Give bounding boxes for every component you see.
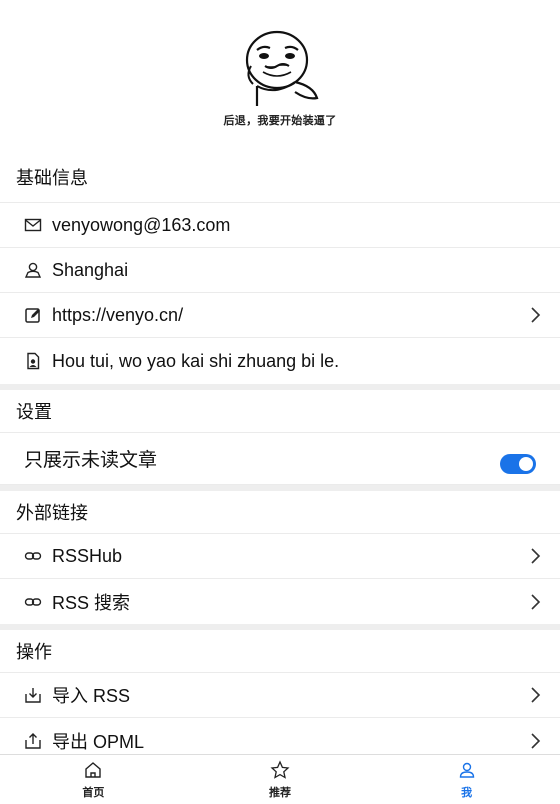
bottom-tab-bar: 首页 推荐 我 (0, 754, 560, 804)
tab-recommend-label: 推荐 (269, 786, 291, 799)
location-row[interactable]: Shanghai (0, 248, 560, 293)
chevron-right-icon (528, 593, 542, 611)
section-title-actions: 操作 (0, 630, 560, 673)
tab-home-label: 首页 (82, 786, 105, 799)
tab-me-label: 我 (461, 786, 473, 799)
tab-me[interactable]: 我 (373, 755, 560, 804)
import-rss-row[interactable]: 导入 RSS (0, 673, 560, 718)
link-icon (23, 546, 43, 566)
bio-value: Hou tui, wo yao kai shi zhuang bi le. (52, 350, 340, 371)
contact-card-icon (23, 351, 43, 371)
link-rss-search-row[interactable]: RSS 搜索 (0, 579, 560, 624)
section-title-basic-info: 基础信息 (0, 148, 560, 203)
tab-home[interactable]: 首页 (0, 755, 187, 804)
import-rss-label: 导入 RSS (52, 686, 131, 706)
chevron-right-icon (528, 306, 542, 324)
chevron-right-icon (528, 732, 542, 750)
import-icon (23, 685, 43, 705)
section-title-settings: 设置 (0, 390, 560, 433)
tab-recommend[interactable]: 推荐 (187, 755, 374, 804)
bio-row: Hou tui, wo yao kai shi zhuang bi le. (0, 338, 560, 384)
location-value: Shanghai (52, 259, 129, 280)
unread-only-row: 只展示未读文章 (0, 433, 560, 485)
location-person-icon (23, 260, 43, 280)
website-value[interactable]: https://venyo.cn/ (52, 305, 528, 326)
export-icon (23, 731, 43, 751)
chevron-right-icon (528, 686, 542, 704)
edit-icon (23, 305, 43, 325)
link-rss-search-label: RSS 搜索 (52, 592, 131, 613)
email-row[interactable]: venyowong@163.com (0, 203, 560, 248)
unread-only-toggle[interactable] (500, 453, 536, 474)
user-icon (459, 762, 474, 778)
avatar[interactable] (235, 26, 325, 110)
link-rsshub-label: RSSHub (52, 545, 123, 566)
link-rsshub-row[interactable]: RSSHub (0, 534, 560, 579)
chevron-right-icon (528, 547, 542, 565)
link-icon (23, 592, 43, 612)
toggle-knob (519, 456, 533, 471)
mail-icon (23, 215, 43, 235)
section-title-external-links: 外部链接 (0, 491, 560, 534)
website-row[interactable]: https://venyo.cn/ (0, 293, 560, 338)
home-icon (85, 761, 102, 778)
export-opml-label: 导出 OPML (52, 731, 145, 752)
star-icon (270, 759, 290, 779)
email-value: venyowong@163.com (52, 214, 231, 235)
unread-only-label: 只展示未读文章 (24, 450, 158, 471)
avatar-caption: 后退，我要开始装逼了 (223, 114, 337, 127)
profile-header: 后退，我要开始装逼了 (0, 0, 560, 148)
